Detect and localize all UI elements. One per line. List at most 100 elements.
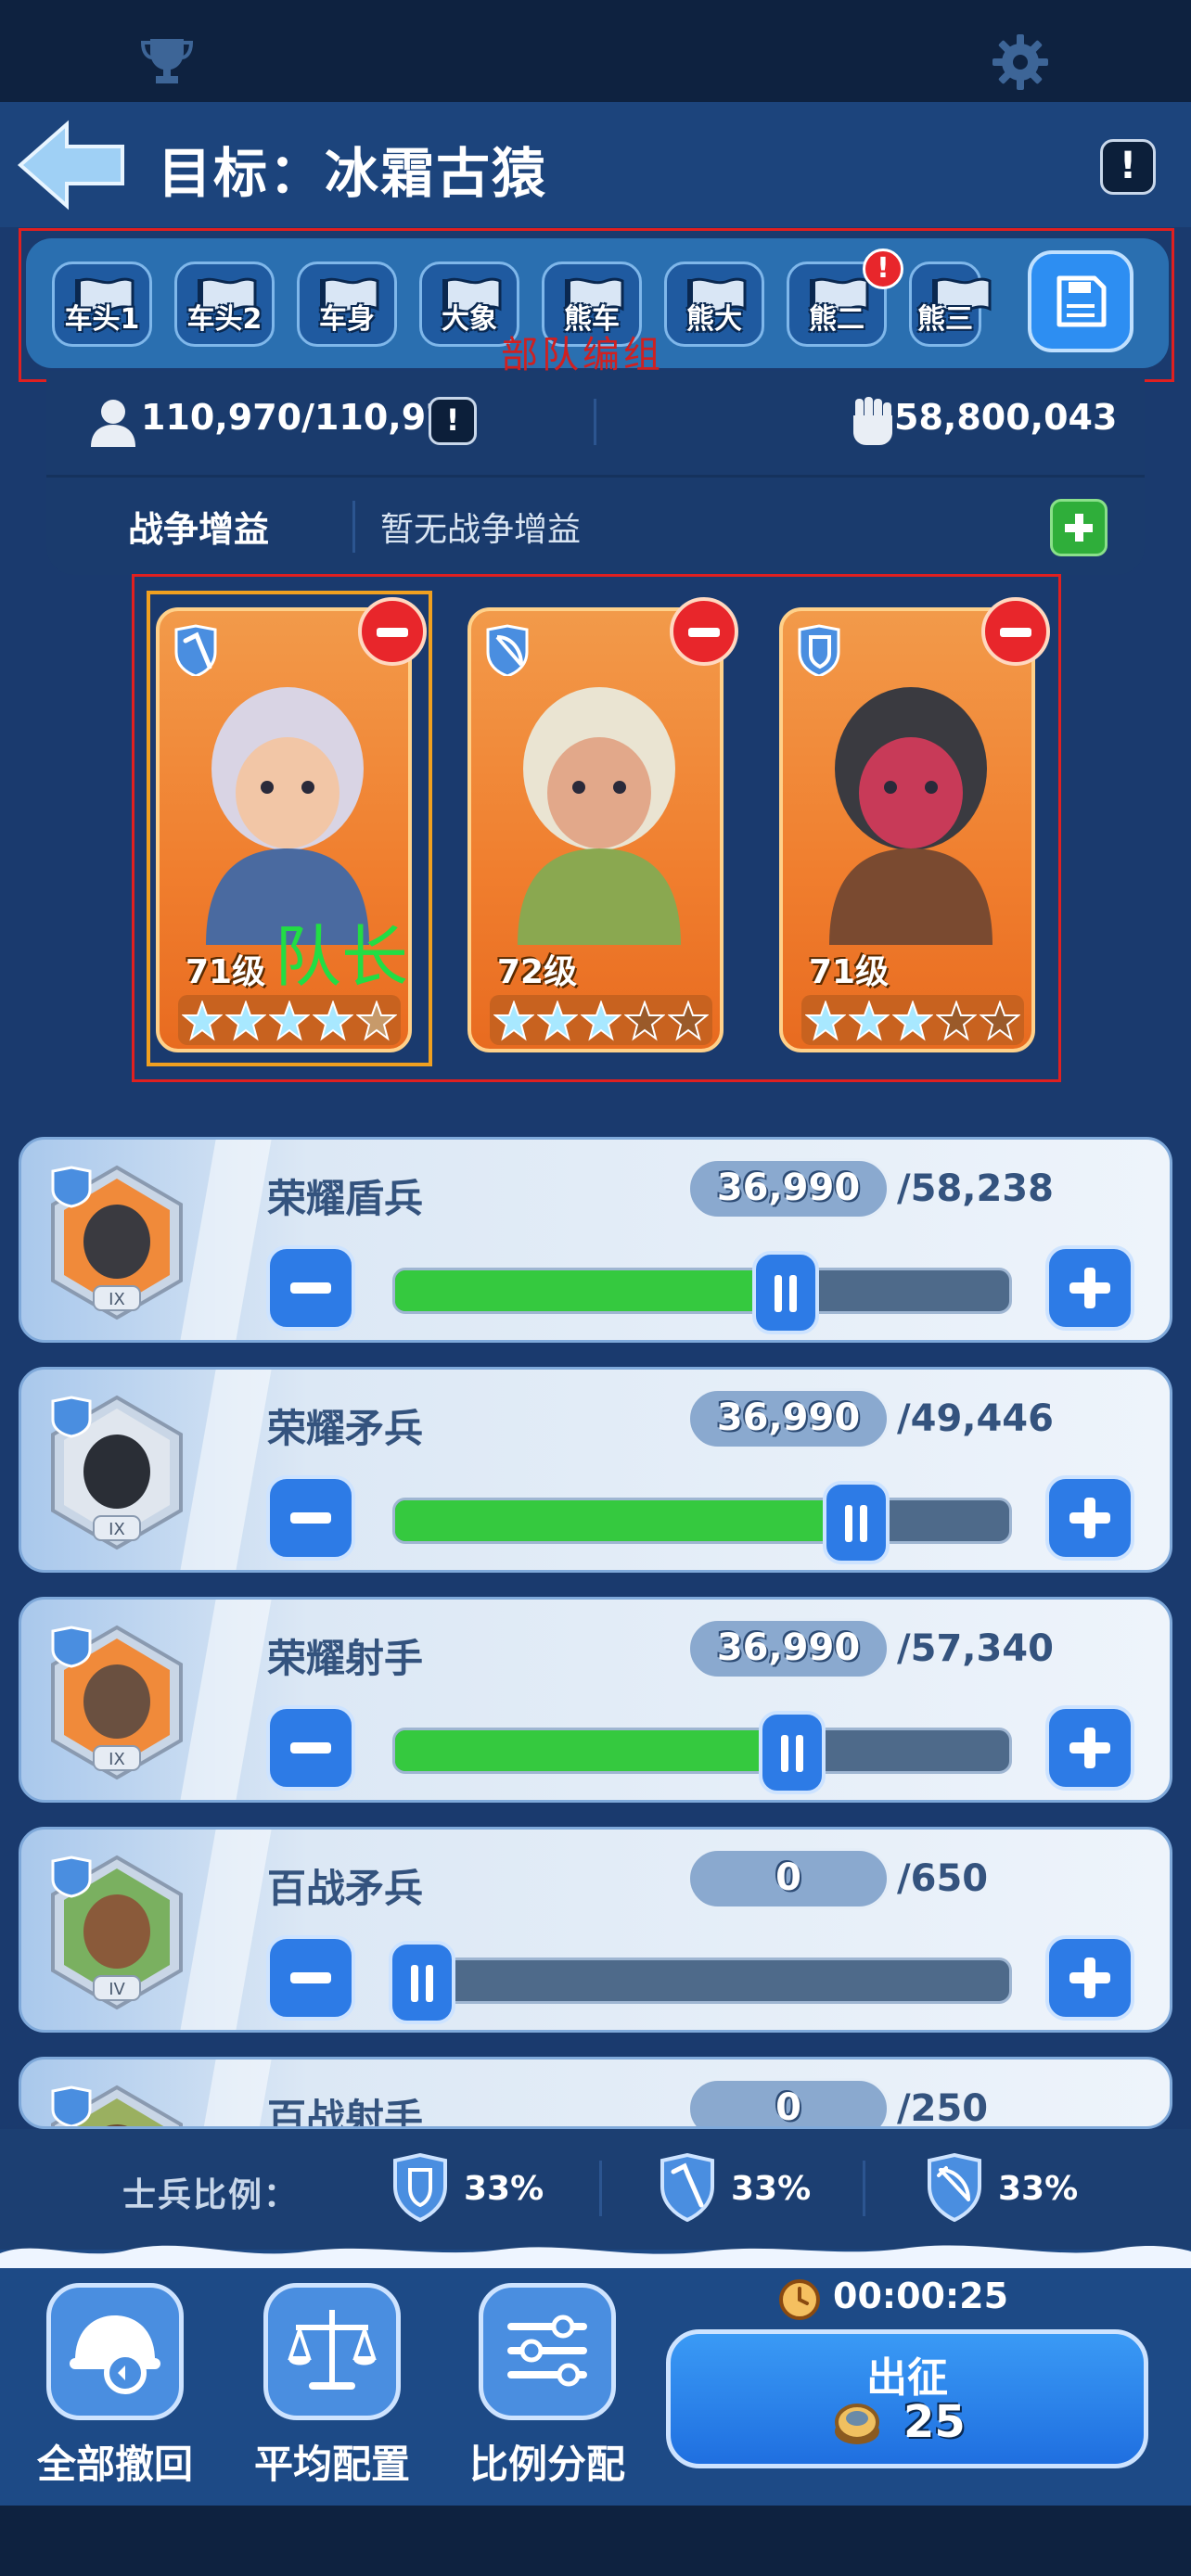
timer-clock-icon xyxy=(779,2279,820,2320)
unit-slider-track[interactable] xyxy=(392,1268,1012,1314)
formation-tab-label: 车头1 xyxy=(64,303,140,336)
sliders-icon xyxy=(507,2315,587,2387)
balance-button[interactable] xyxy=(263,2283,401,2420)
unit-avatar[interactable]: IX xyxy=(47,1624,186,1781)
unit-slider-thumb[interactable] xyxy=(752,1251,819,1334)
remove-hero-button[interactable] xyxy=(358,597,427,666)
unit-count-input[interactable]: 36,990 xyxy=(687,1158,890,1219)
add-boost-button[interactable] xyxy=(1050,499,1108,556)
unit-count-input[interactable]: 36,990 xyxy=(687,1388,890,1449)
troops-info-button[interactable]: ! xyxy=(429,397,477,445)
hero-portrait xyxy=(518,687,681,945)
bow-icon xyxy=(928,2153,981,2222)
star-icon xyxy=(313,1001,353,1041)
march-label: 出征 xyxy=(866,2354,948,2402)
formation-tab[interactable]: 车身 xyxy=(297,261,397,347)
unit-name: 百战矛兵 xyxy=(267,1866,424,1911)
row-decoration xyxy=(179,1370,272,1570)
unit-max-count: /57,340 xyxy=(897,1627,1054,1670)
ratio-assign-button[interactable] xyxy=(479,2283,616,2420)
unit-slider-fill xyxy=(395,1730,795,1771)
bottom-strip xyxy=(0,2506,1191,2576)
info-button[interactable]: ! xyxy=(1100,139,1156,195)
hero-card[interactable]: 72级 xyxy=(467,607,724,1052)
formation-tab[interactable]: 车头2 xyxy=(174,261,275,347)
unit-row: IV 百战矛兵 0/650 xyxy=(19,1827,1172,2033)
unit-max-count: /650 xyxy=(897,1857,989,1900)
star-icon xyxy=(182,1001,223,1041)
stamina-icon xyxy=(835,2404,879,2444)
boost-divider xyxy=(352,501,355,553)
troops-count: 110,970/110,970 xyxy=(141,397,476,438)
unit-avatar[interactable]: IV xyxy=(47,2084,186,2129)
formation-tab-label: 熊二 xyxy=(809,303,864,336)
unit-avatar[interactable]: IX xyxy=(47,1394,186,1551)
march-timer: 00:00:25 xyxy=(833,2276,1009,2316)
power-fist-icon xyxy=(853,397,892,445)
unit-name: 荣耀射手 xyxy=(267,1636,424,1681)
unit-count-input[interactable]: 36,990 xyxy=(687,1618,890,1679)
stats-separator xyxy=(46,475,1145,478)
war-boost-label: 战争增益 xyxy=(128,509,270,550)
stamina-value: 25 xyxy=(903,2396,966,2448)
star-icon xyxy=(980,1001,1020,1041)
unit-tier: IX xyxy=(109,1750,125,1769)
gear-icon[interactable] xyxy=(991,32,1050,92)
star-icon xyxy=(269,1001,310,1041)
ratio-bow-value: 33% xyxy=(998,2170,1079,2208)
hero-level: 71级 xyxy=(809,953,890,991)
save-formation-button[interactable] xyxy=(1028,250,1133,352)
star-icon xyxy=(225,1001,266,1041)
unit-slider-track[interactable] xyxy=(392,1728,1012,1774)
increase-button[interactable] xyxy=(1045,1475,1134,1561)
formation-tab[interactable]: 熊大 xyxy=(664,261,764,347)
recall-all-button[interactable] xyxy=(46,2283,184,2420)
star-icon xyxy=(892,1001,933,1041)
ratio-shield-value: 33% xyxy=(464,2170,544,2208)
decrease-button[interactable] xyxy=(266,1475,355,1561)
hero-portrait xyxy=(829,687,992,945)
unit-avatar[interactable]: IV xyxy=(47,1854,186,2011)
formation-tab[interactable]: 车头1 xyxy=(52,261,152,347)
increase-button[interactable] xyxy=(1045,1245,1134,1331)
unit-tier: IX xyxy=(109,1290,125,1309)
ratio-spear-value: 33% xyxy=(731,2170,812,2208)
recall-all-label: 全部撤回 xyxy=(36,2442,193,2487)
scale-icon xyxy=(288,2310,377,2390)
formation-tab[interactable]: 熊三 xyxy=(909,261,992,347)
hero-level: 72级 xyxy=(497,953,578,991)
unit-avatar[interactable]: IX xyxy=(47,1164,186,1321)
unit-slider-track[interactable] xyxy=(392,1498,1012,1544)
decrease-button[interactable] xyxy=(266,1245,355,1331)
decrease-button[interactable] xyxy=(266,1705,355,1791)
page-title: 目标：冰霜古猿 xyxy=(158,142,548,205)
star-icon xyxy=(624,1001,665,1041)
tab-alert-badge: ! xyxy=(863,249,903,289)
star-icon xyxy=(537,1001,578,1041)
unit-slider-thumb[interactable] xyxy=(823,1481,890,1564)
unit-slider-thumb[interactable] xyxy=(759,1711,826,1794)
formation-tab-label: 熊三 xyxy=(917,303,973,336)
trophy-icon[interactable] xyxy=(139,35,195,87)
unit-slider-track[interactable] xyxy=(392,1958,1012,2004)
back-arrow-icon[interactable] xyxy=(17,119,128,211)
unit-slider-thumb[interactable] xyxy=(389,1941,455,2024)
war-boost-value: 暂无战争增益 xyxy=(380,511,582,549)
unit-tier: IV xyxy=(109,1980,125,1999)
hero-stars xyxy=(490,995,712,1045)
unit-name: 荣耀矛兵 xyxy=(267,1406,424,1451)
snow-decoration xyxy=(0,2245,1191,2268)
decrease-button[interactable] xyxy=(266,1935,355,2021)
unit-row: IV 百战射手 0/250 xyxy=(19,2057,1172,2129)
unit-count-input[interactable]: 0 xyxy=(687,2078,890,2126)
hero-card[interactable]: 71级 xyxy=(779,607,1035,1052)
unit-count-input[interactable]: 0 xyxy=(687,1848,890,1909)
ratio-assign-label: 比例分配 xyxy=(468,2442,625,2487)
star-icon xyxy=(849,1001,890,1041)
row-decoration xyxy=(179,2060,272,2126)
remove-hero-button[interactable] xyxy=(981,597,1050,666)
increase-button[interactable] xyxy=(1045,1935,1134,2021)
remove-hero-button[interactable] xyxy=(670,597,738,666)
increase-button[interactable] xyxy=(1045,1705,1134,1791)
unit-max-count: /49,446 xyxy=(897,1397,1054,1440)
